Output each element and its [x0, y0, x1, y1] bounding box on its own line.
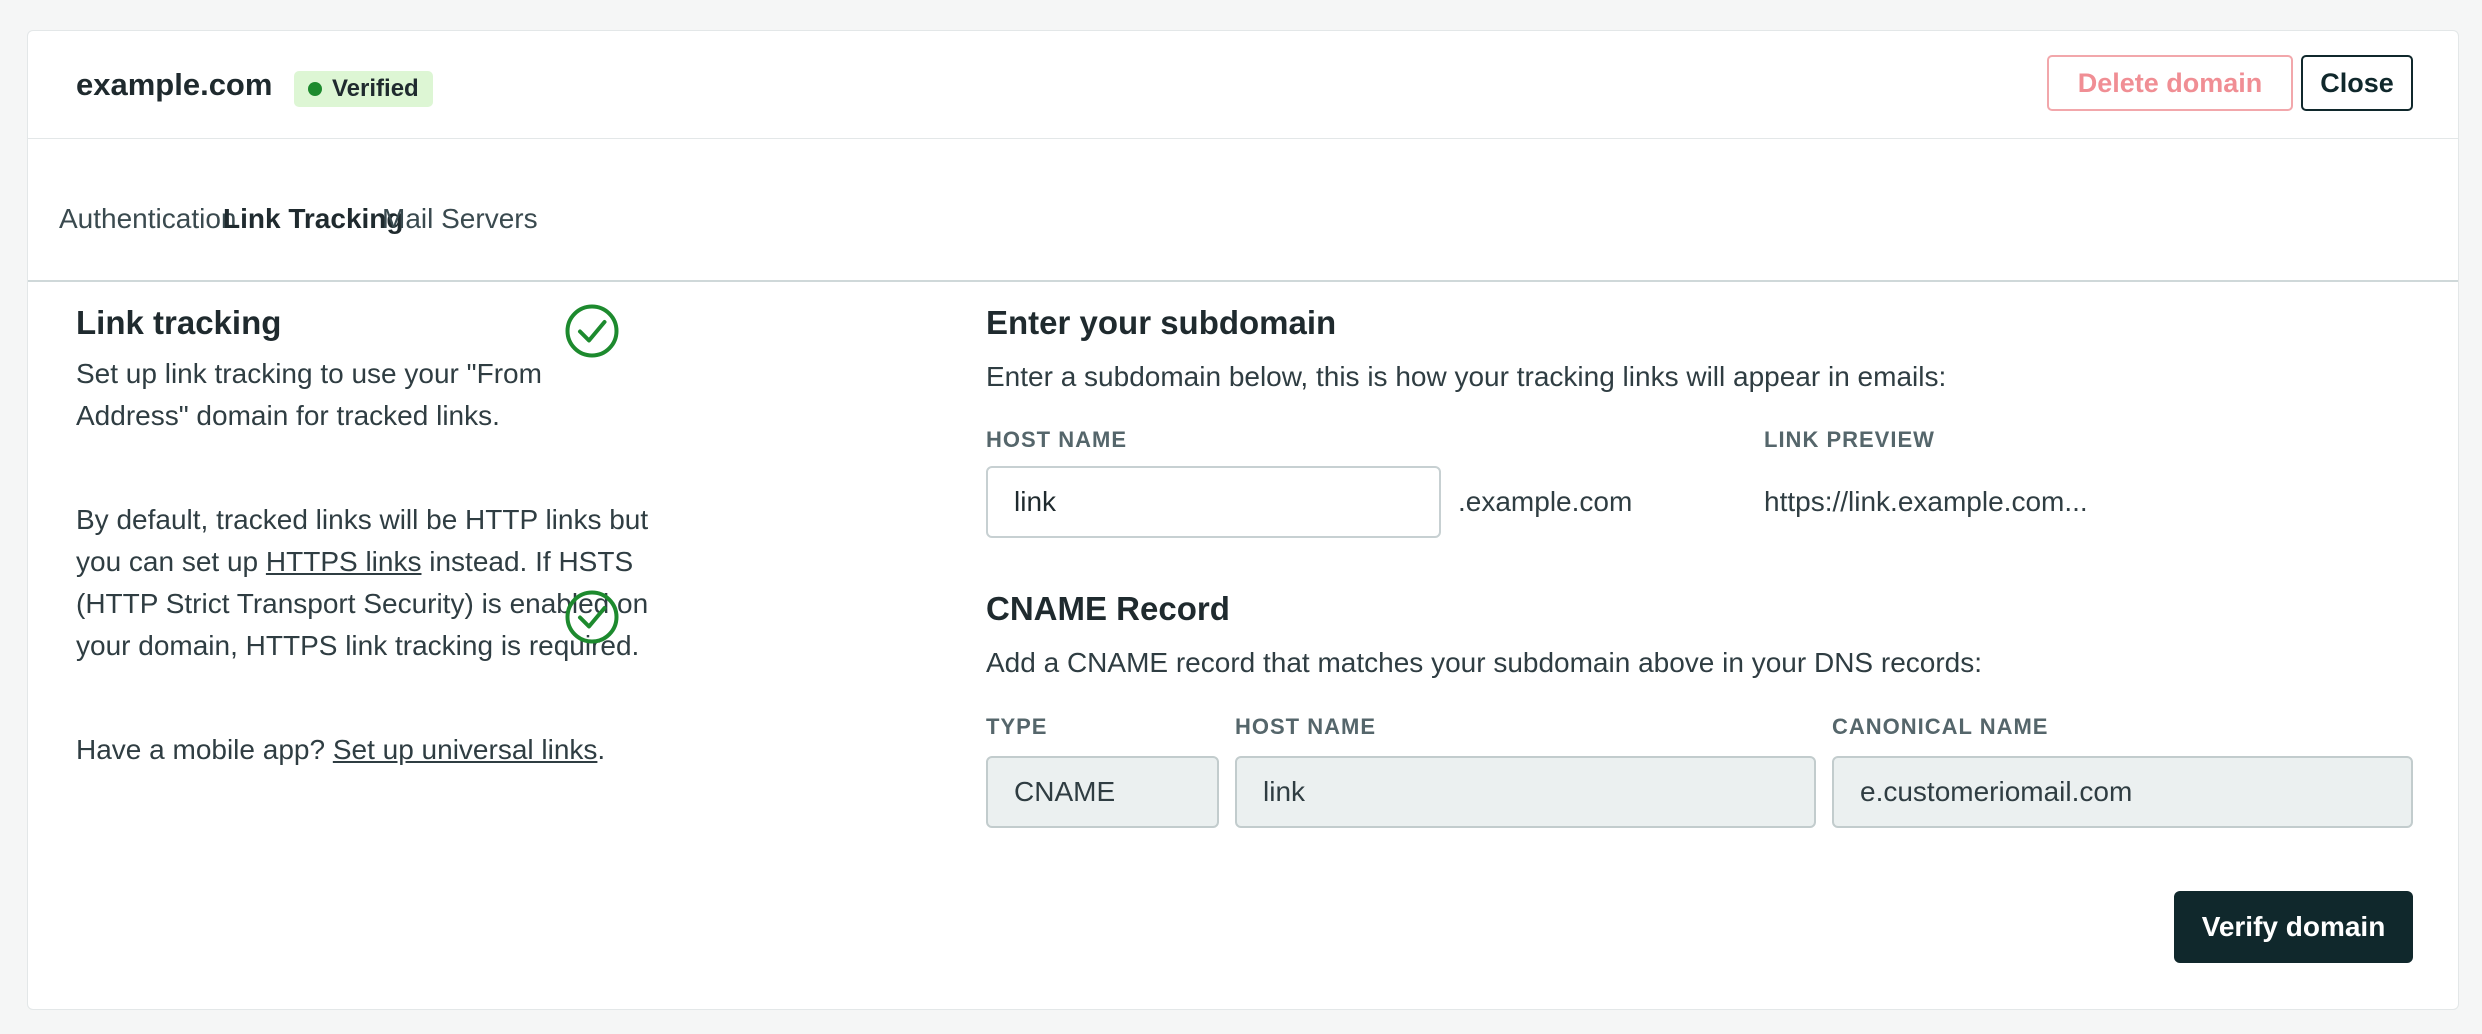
section-heading: Link tracking	[76, 304, 282, 341]
link-preview-value: https://link.example.com...	[1764, 486, 2088, 517]
tab-mail-servers[interactable]: Mail Servers	[382, 201, 538, 237]
tab-link-tracking[interactable]: Link Tracking	[223, 201, 404, 237]
cname-title: CNAME Record	[986, 590, 1230, 627]
close-button[interactable]: Close	[2301, 55, 2413, 111]
canonical-name-field[interactable]: e.customeriomail.com	[1832, 756, 2413, 828]
subdomain-description: Enter a subdomain below, this is how you…	[986, 361, 1947, 392]
status-dot-icon	[308, 82, 322, 96]
subdomain-title: Enter your subdomain	[986, 304, 1337, 341]
domain-suffix: .example.com	[1458, 486, 1633, 517]
cname-type-field[interactable]: CNAME	[986, 756, 1219, 828]
delete-domain-button[interactable]: Delete domain	[2047, 55, 2293, 111]
check-circle-icon	[565, 590, 619, 644]
check-circle-icon	[565, 304, 619, 358]
intro-text: Set up link tracking to use your "From A…	[76, 358, 542, 431]
mobile-app-text: Have a mobile app? Set up universal link…	[76, 729, 656, 771]
tab-authentication[interactable]: Authentication	[59, 201, 236, 237]
status-badge-label: Verified	[332, 75, 419, 102]
domain-card: example.com Verified Delete domain Close…	[27, 30, 2459, 1010]
cname-host-field[interactable]: link	[1235, 756, 1816, 828]
domain-header: example.com Verified Delete domain Close	[28, 31, 2458, 139]
subdomain-host-input[interactable]: link	[986, 466, 1441, 538]
tab-bar: Authentication Link Tracking Mail Server…	[28, 139, 2458, 282]
https-links-link[interactable]: HTTPS links	[266, 546, 422, 577]
mobile-app-text-end: .	[597, 734, 606, 765]
canonical-name-label: CANONICAL NAME	[1832, 714, 2049, 739]
host-name-label: HOST NAME	[986, 427, 1127, 452]
verify-domain-button[interactable]: Verify domain	[2174, 891, 2413, 963]
status-badge: Verified	[294, 71, 433, 107]
cname-description: Add a CNAME record that matches your sub…	[986, 647, 1983, 678]
type-label: TYPE	[986, 714, 1048, 739]
link-preview-label: LINK PREVIEW	[1764, 427, 1935, 452]
domain-title: example.com	[76, 67, 273, 102]
universal-links-link[interactable]: Set up universal links	[333, 734, 598, 765]
mobile-app-text-start: Have a mobile app?	[76, 734, 333, 765]
cname-host-label: HOST NAME	[1235, 714, 1376, 739]
